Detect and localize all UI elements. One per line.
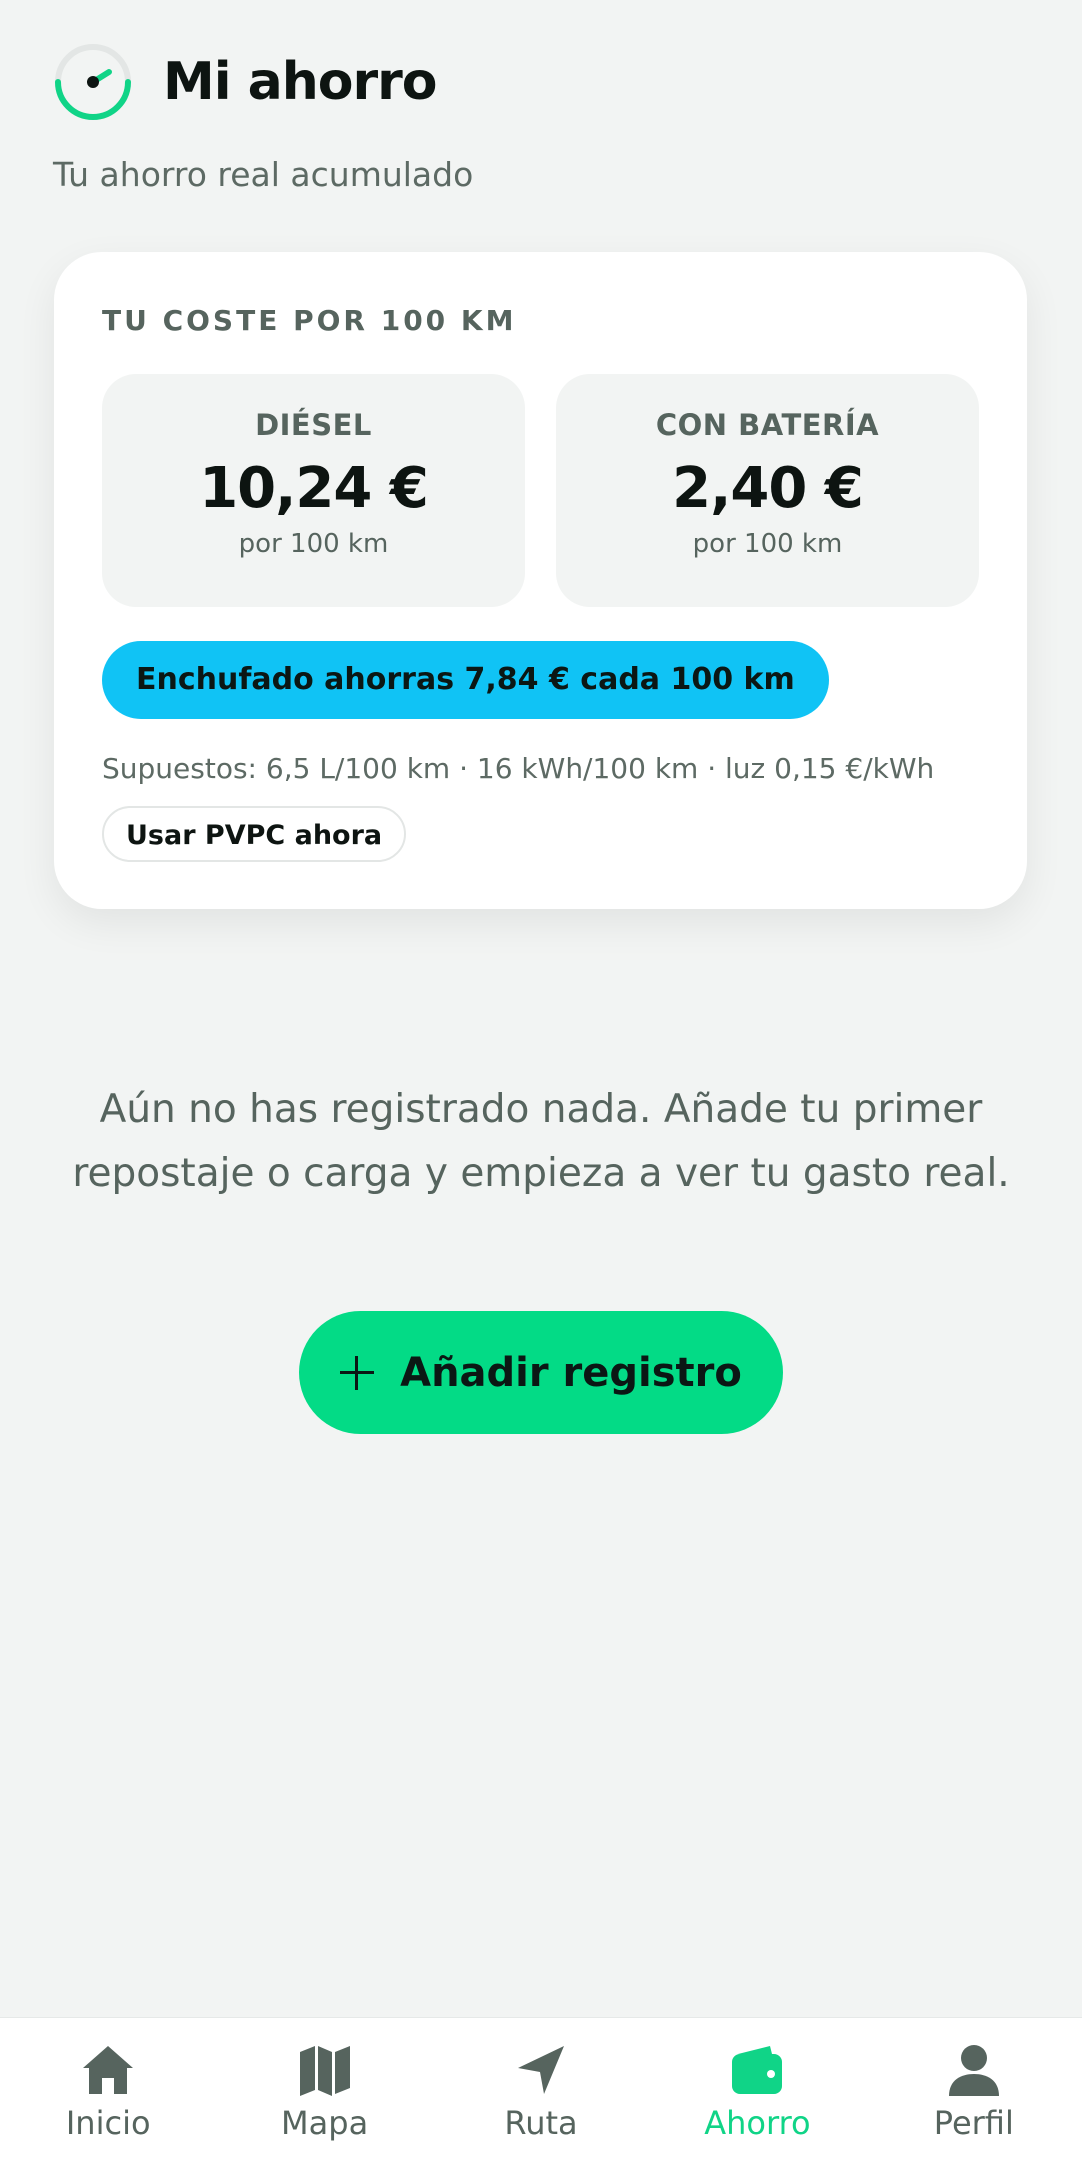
battery-value: 2,40 € [672,456,864,521]
plus-icon [340,1355,375,1390]
tab-ahorro[interactable]: Ahorro [649,2018,865,2164]
cost-card: TU COSTE POR 100 KM DIÉSEL 10,24 € por 1… [54,252,1027,909]
map-icon [299,2046,350,2096]
savings-badge: Enchufado ahorras 7,84 € cada 100 km [102,641,829,719]
page-header: Mi ahorro [53,42,438,122]
page-subtitle: Tu ahorro real acumulado [53,155,474,194]
wallet-icon [732,2046,783,2094]
empty-state-message: Aún no has registrado nada. Añade tu pri… [72,1087,1010,1196]
use-pvpc-button[interactable]: Usar PVPC ahora [102,806,407,862]
tab-mapa[interactable]: Mapa [216,2018,432,2164]
page-title: Mi ahorro [163,52,438,112]
battery-cost-box: CON BATERÍA 2,40 € por 100 km [556,374,979,607]
cost-card-label: TU COSTE POR 100 KM [102,304,517,337]
bottom-tab-bar: Inicio Mapa Ruta Ahorro Perfil [0,2017,1082,2164]
navigation-arrow-icon [518,2046,565,2094]
gauge-icon [55,44,131,120]
diesel-cost-box: DIÉSEL 10,24 € por 100 km [102,374,525,607]
battery-label: CON BATERÍA [655,408,880,442]
tab-ruta[interactable]: Ruta [433,2018,649,2164]
assumptions-text: Supuestos: 6,5 L/100 km · 16 kWh/100 km … [102,752,935,785]
tab-label-perfil: Perfil [933,2104,1014,2142]
battery-unit: por 100 km [692,529,843,559]
tab-inicio[interactable]: Inicio [0,2018,216,2164]
diesel-unit: por 100 km [238,529,389,559]
tab-label-ahorro: Ahorro [704,2104,811,2142]
tab-label-mapa: Mapa [281,2104,369,2142]
add-record-label: Añadir registro [400,1349,742,1396]
home-icon [83,2046,134,2094]
tab-label-inicio: Inicio [65,2104,151,2142]
diesel-value: 10,24 € [199,456,429,521]
tab-label-ruta: Ruta [504,2104,578,2142]
tab-perfil[interactable]: Perfil [866,2018,1082,2164]
add-record-button[interactable]: Añadir registro [299,1311,783,1434]
person-icon [948,2045,999,2096]
diesel-label: DIÉSEL [255,408,372,442]
